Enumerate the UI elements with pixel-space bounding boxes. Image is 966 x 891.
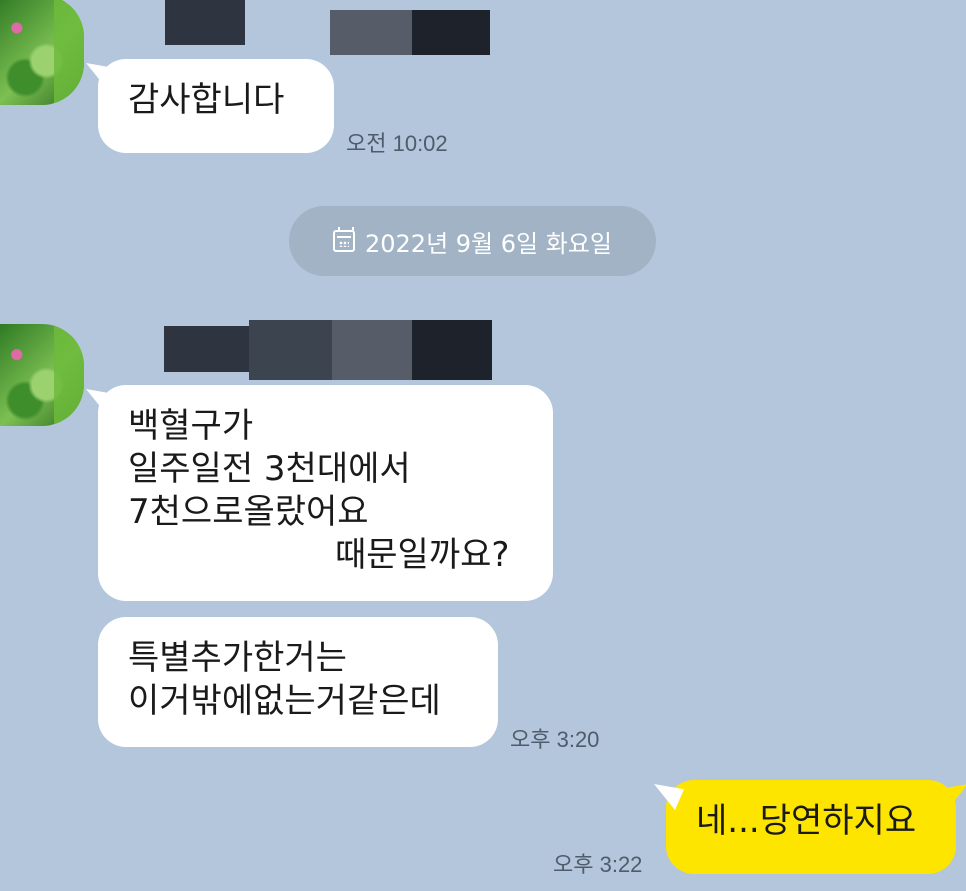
message-line: 백혈구가 bbox=[128, 406, 254, 446]
message-line: 때문일까요? bbox=[335, 535, 510, 575]
redacted-name bbox=[249, 320, 332, 380]
redacted-name bbox=[412, 320, 492, 380]
redacted-name bbox=[332, 320, 412, 380]
avatar[interactable] bbox=[0, 0, 84, 105]
redacted-name bbox=[330, 10, 412, 55]
avatar[interactable] bbox=[0, 324, 84, 426]
message-line: 이거밖에없는거같은데 bbox=[128, 681, 441, 721]
message-text: 네...당연하지요 bbox=[696, 801, 917, 841]
message-time: 오후 3:20 bbox=[510, 727, 600, 752]
message-line: 일주일전 3천대에서 bbox=[128, 449, 411, 489]
message-bubble-outgoing[interactable]: 네...당연하지요 bbox=[666, 780, 956, 874]
redacted-name bbox=[164, 326, 249, 372]
date-divider-label: 2022년 9월 6일 화요일 bbox=[365, 229, 612, 258]
message-time: 오전 10:02 bbox=[346, 131, 448, 156]
message-text: 감사합니다 bbox=[128, 80, 285, 120]
message-line: 7천으로올랐어요 bbox=[128, 492, 369, 532]
message-bubble[interactable]: 특별추가한거는 이거밖에없는거같은데 bbox=[98, 617, 498, 747]
message-time: 오후 3:22 bbox=[553, 852, 643, 877]
redacted-name bbox=[165, 0, 245, 45]
date-divider: 2022년 9월 6일 화요일 bbox=[289, 206, 656, 276]
calendar-icon bbox=[333, 227, 355, 252]
redacted-name bbox=[412, 10, 490, 55]
message-bubble[interactable]: 감사합니다 bbox=[98, 59, 334, 153]
message-bubble[interactable]: 백혈구가 일주일전 3천대에서 7천으로올랐어요 때문일까요? bbox=[98, 385, 553, 601]
message-line: 특별추가한거는 bbox=[128, 638, 347, 678]
